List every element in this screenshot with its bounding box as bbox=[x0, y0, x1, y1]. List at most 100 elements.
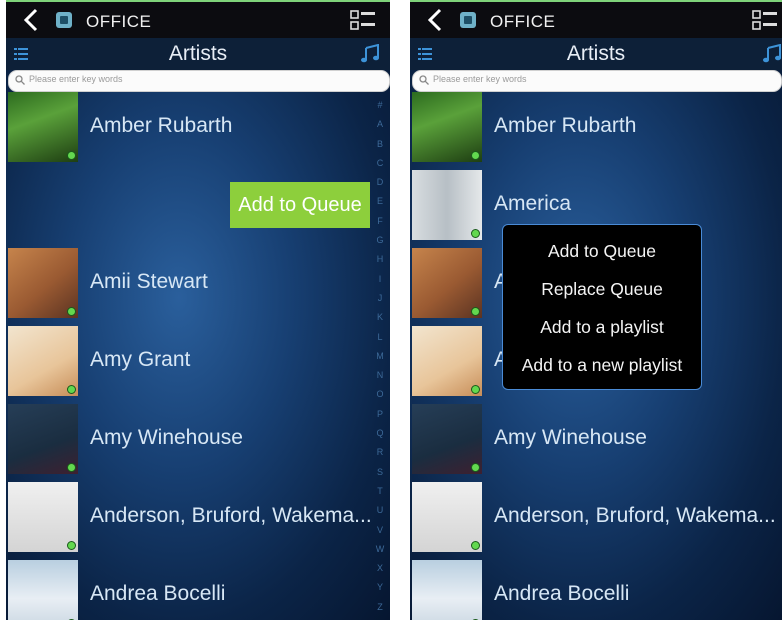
artist-name: Amii Stewart bbox=[90, 270, 208, 293]
artist-thumbnail bbox=[412, 248, 482, 318]
alphabet-letter[interactable]: W bbox=[374, 540, 386, 559]
menu-item-replace-queue[interactable]: Replace Queue bbox=[503, 270, 701, 308]
top-bar: OFFICE bbox=[6, 2, 390, 38]
layout-toggle-icon[interactable] bbox=[350, 10, 376, 32]
music-note-icon[interactable] bbox=[360, 44, 380, 64]
online-dot-icon bbox=[471, 541, 480, 550]
alphabet-letter[interactable]: F bbox=[374, 212, 386, 231]
alphabet-letter[interactable]: D bbox=[374, 173, 386, 192]
page-title: Artists bbox=[168, 42, 228, 65]
alphabet-letter[interactable]: L bbox=[374, 328, 386, 347]
screen-right: OFFICE Artists Please enter key words Am… bbox=[410, 0, 782, 620]
online-dot-icon bbox=[471, 307, 480, 316]
menu-item-add-to-new-playlist[interactable]: Add to a new playlist bbox=[503, 346, 701, 384]
list-item[interactable]: Amii Stewart bbox=[6, 248, 390, 320]
menu-item-add-to-playlist[interactable]: Add to a playlist bbox=[503, 308, 701, 346]
screen-left: OFFICE Artists Please enter key words Am… bbox=[6, 0, 390, 620]
alphabet-letter[interactable]: P bbox=[374, 405, 386, 424]
artist-thumbnail bbox=[8, 92, 78, 162]
menu-item-add-to-queue[interactable]: Add to Queue bbox=[503, 232, 701, 270]
list-item[interactable]: Andrea Bocelli bbox=[410, 560, 782, 620]
artist-name: Amy Winehouse bbox=[494, 426, 647, 449]
artist-name: Anderson, Bruford, Wakema... bbox=[90, 504, 372, 527]
alphabet-letter[interactable]: R bbox=[374, 443, 386, 462]
zone-label[interactable]: OFFICE bbox=[490, 12, 555, 32]
online-dot-icon bbox=[67, 151, 76, 160]
alphabet-letter[interactable]: I bbox=[374, 270, 386, 289]
artist-name: Amy Grant bbox=[90, 348, 191, 371]
layout-toggle-icon[interactable] bbox=[752, 10, 778, 32]
alphabet-letter[interactable]: E bbox=[374, 192, 386, 211]
list-item[interactable]: Amy Grant bbox=[6, 326, 390, 398]
artist-thumbnail bbox=[412, 92, 482, 162]
list-item[interactable]: Amy Winehouse bbox=[6, 404, 390, 476]
alphabet-letter[interactable]: K bbox=[374, 308, 386, 327]
list-item[interactable]: Andrea Bocelli bbox=[6, 560, 390, 620]
alphabet-letter[interactable]: Y bbox=[374, 578, 386, 597]
top-bar: OFFICE bbox=[410, 2, 782, 38]
online-dot-icon bbox=[67, 541, 76, 550]
online-dot-icon bbox=[471, 385, 480, 394]
artist-name: Anderson, Bruford, Wakema... bbox=[494, 504, 776, 527]
artist-thumbnail bbox=[412, 560, 482, 620]
search-input[interactable]: Please enter key words bbox=[433, 74, 527, 84]
alphabet-letter[interactable]: J bbox=[374, 289, 386, 308]
search-icon bbox=[419, 75, 429, 85]
alphabet-letter[interactable]: A bbox=[374, 115, 386, 134]
add-to-queue-button[interactable]: Add to Queue bbox=[230, 182, 370, 228]
search-bar[interactable]: Please enter key words bbox=[8, 70, 390, 92]
artist-name: Amber Rubarth bbox=[90, 114, 233, 137]
alphabet-letter[interactable]: U bbox=[374, 501, 386, 520]
back-arrow-icon[interactable] bbox=[422, 7, 448, 33]
artist-thumbnail bbox=[412, 482, 482, 552]
artist-name: Andrea Bocelli bbox=[90, 582, 226, 605]
online-dot-icon bbox=[471, 463, 480, 472]
app-icon bbox=[56, 12, 72, 28]
online-dot-icon bbox=[67, 307, 76, 316]
alphabet-letter[interactable]: Q bbox=[374, 424, 386, 443]
artist-thumbnail bbox=[412, 326, 482, 396]
artist-name: America bbox=[494, 192, 572, 215]
back-arrow-icon[interactable] bbox=[18, 7, 44, 33]
alphabet-letter[interactable]: B bbox=[374, 135, 386, 154]
search-bar[interactable]: Please enter key words bbox=[412, 70, 782, 92]
list-item[interactable]: Amber Rubarth bbox=[6, 92, 390, 164]
alphabet-index[interactable]: # A B C D E F G H I J K L M N O P Q R S T U V W X Y Z bbox=[374, 96, 386, 617]
artist-thumbnail bbox=[8, 482, 78, 552]
online-dot-icon bbox=[471, 229, 480, 238]
alphabet-letter[interactable]: S bbox=[374, 463, 386, 482]
alphabet-letter[interactable]: G bbox=[374, 231, 386, 250]
alphabet-letter[interactable]: Z bbox=[374, 598, 386, 617]
alphabet-letter[interactable]: V bbox=[374, 521, 386, 540]
title-bar: Artists bbox=[410, 38, 782, 70]
alphabet-letter[interactable]: C bbox=[374, 154, 386, 173]
list-item[interactable]: Amy Winehouse bbox=[410, 404, 782, 476]
alphabet-letter[interactable]: O bbox=[374, 385, 386, 404]
online-dot-icon bbox=[67, 385, 76, 394]
artist-thumbnail bbox=[412, 404, 482, 474]
page-title: Artists bbox=[566, 42, 626, 65]
alphabet-letter[interactable]: M bbox=[374, 347, 386, 366]
alphabet-letter[interactable]: H bbox=[374, 250, 386, 269]
artist-thumbnail bbox=[8, 326, 78, 396]
list-item[interactable]: Anderson, Bruford, Wakema... bbox=[6, 482, 390, 554]
title-bar: Artists bbox=[6, 38, 390, 70]
artist-thumbnail bbox=[8, 248, 78, 318]
context-menu: Add to Queue Replace Queue Add to a play… bbox=[502, 224, 702, 390]
alphabet-letter[interactable]: X bbox=[374, 559, 386, 578]
artist-name: Andrea Bocelli bbox=[494, 582, 630, 605]
online-dot-icon bbox=[67, 463, 76, 472]
search-icon bbox=[15, 75, 25, 85]
zone-label[interactable]: OFFICE bbox=[86, 12, 151, 32]
list-item[interactable]: Anderson, Bruford, Wakema... bbox=[410, 482, 782, 554]
artist-name: Amy Winehouse bbox=[90, 426, 243, 449]
search-input[interactable]: Please enter key words bbox=[29, 74, 123, 84]
music-note-icon[interactable] bbox=[762, 44, 782, 64]
artist-thumbnail bbox=[8, 404, 78, 474]
artist-thumbnail bbox=[412, 170, 482, 240]
alphabet-letter[interactable]: T bbox=[374, 482, 386, 501]
alphabet-letter[interactable]: # bbox=[374, 96, 386, 115]
alphabet-letter[interactable]: N bbox=[374, 366, 386, 385]
artist-name: Amber Rubarth bbox=[494, 114, 637, 137]
list-item[interactable]: Amber Rubarth bbox=[410, 92, 782, 164]
